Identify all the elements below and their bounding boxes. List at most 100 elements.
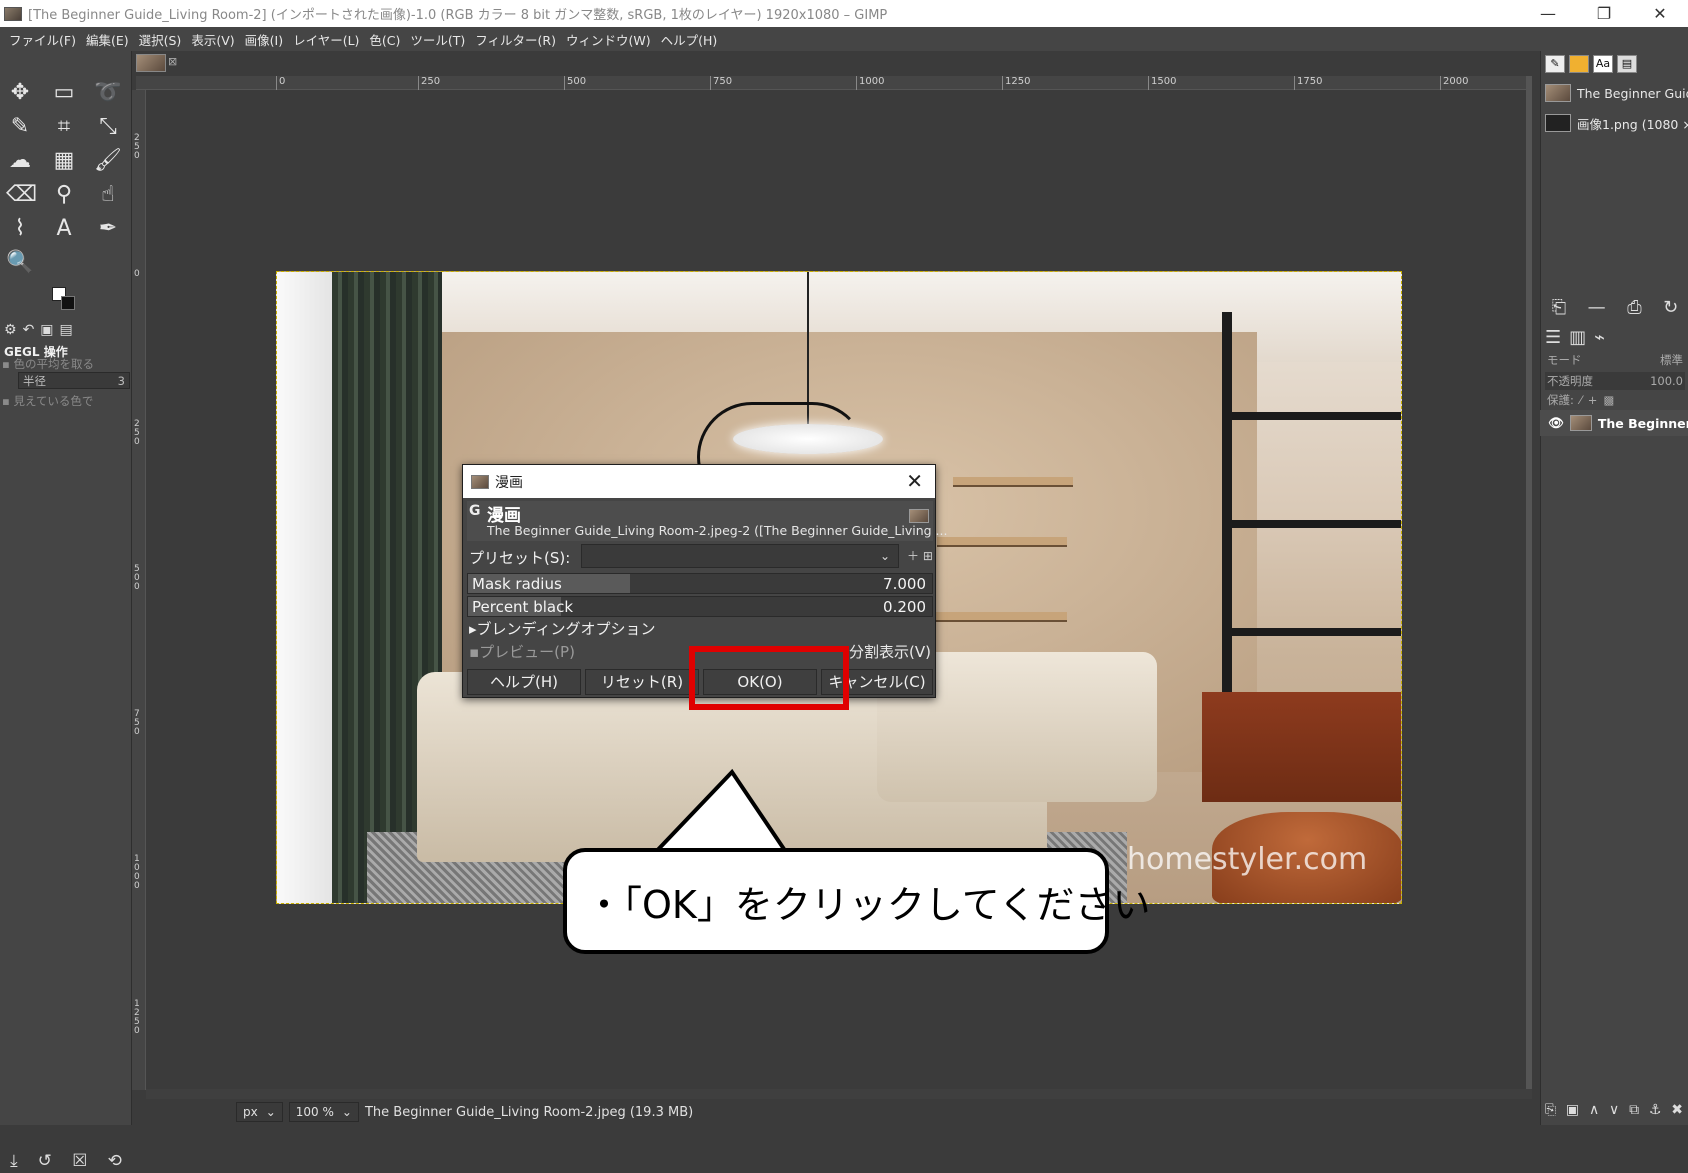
new-layer-icon[interactable]: ⎘ [1545,1102,1556,1118]
menu-help[interactable]: ヘルプ(H) [656,30,723,49]
ruler-tick-label: 0 [276,76,285,90]
clone-tool-icon[interactable]: ⚲ [50,181,78,209]
move-tool-icon[interactable]: ✥ [6,79,34,107]
lock-position-icon[interactable]: + [1588,393,1598,407]
lower-layer-icon[interactable]: ∨ [1609,1102,1619,1118]
brushes-tab-icon[interactable]: ✎ [1545,55,1565,73]
menu-file[interactable]: ファイル(F) [4,30,81,49]
eraser-tool-icon[interactable]: ⌫ [6,181,37,209]
open-image-icon[interactable]: ⎗ [1552,297,1566,318]
paths-tab-icon[interactable]: ⌁ [1594,327,1605,348]
refresh-icon[interactable]: ↻ [1663,297,1678,318]
zoom-select[interactable]: 100 % ⌄ [288,1102,359,1122]
channels-tab-icon[interactable]: ▥ [1569,327,1586,348]
sample-merged-option[interactable]: ▪ 見えている色で [2,393,93,409]
warp-tool-icon[interactable]: ☁ [6,147,34,175]
radius-spin-field[interactable]: 半径 3 [18,372,130,389]
color-picker-tool-icon[interactable]: ✒ [94,215,122,243]
delete-layer-icon[interactable]: ✖ [1671,1102,1683,1118]
mask-radius-value[interactable]: 7.000 [883,575,926,593]
transform-tool-icon[interactable]: ⤡ [94,113,122,141]
menu-colors[interactable]: 色(C) [364,30,405,49]
save-options-icon[interactable]: ⤓ [10,1151,18,1171]
zoom-tool-icon[interactable]: 🔍 [6,249,34,277]
image-tab-close-icon[interactable]: ⊠ [168,55,177,68]
reset-button[interactable]: リセット(R) [585,669,699,695]
menu-layer[interactable]: レイヤー(L) [288,30,364,49]
anchor-layer-icon[interactable]: ⚓ [1649,1102,1662,1118]
background-color[interactable] [61,296,75,310]
lasso-tool-icon[interactable]: ➰ [94,79,122,107]
paths-tool-icon[interactable]: ⌇ [6,215,34,243]
reset-options-icon[interactable]: ⟲ [108,1151,122,1171]
text-tool-icon[interactable]: A [50,215,78,243]
raise-layer-icon[interactable]: ∧ [1589,1102,1599,1118]
gradient-tool-icon[interactable]: ▦ [50,147,78,175]
dialog-titlebar: 漫画 [463,465,935,498]
new-group-icon[interactable]: ▣ [1566,1102,1579,1118]
undo-history-tab-icon[interactable]: ↶ [23,322,35,338]
image-list-item[interactable]: The Beginner Guide [1545,81,1688,105]
fonts-tab-icon[interactable]: Aa [1593,55,1613,73]
lock-pixels-icon[interactable]: ⁄ [1580,393,1582,407]
preset-select[interactable]: ⌄ [581,544,899,568]
percent-black-value[interactable]: 0.200 [883,598,926,616]
horizontal-scrollbar[interactable] [146,1089,1532,1099]
duplicate-layer-icon[interactable]: ⧉ [1629,1102,1639,1118]
menu-select[interactable]: 選択(S) [134,30,187,49]
paintbrush-tool-icon[interactable]: 🖌 [94,147,122,175]
vertical-ruler: 250 0 250 500 750 1000 1250 [132,90,146,1090]
sample-average-option[interactable]: ▪ 色の平均を取る [2,356,94,372]
delete-options-icon[interactable]: ☒ [72,1151,87,1171]
lock-alpha-icon[interactable]: ▩ [1603,393,1614,407]
restore-options-icon[interactable]: ↺ [38,1151,52,1171]
devices-tab-icon[interactable]: ▤ [60,322,73,338]
percent-black-label: Percent black [472,597,574,616]
document-history-tab-icon[interactable]: ▤ [1617,55,1637,73]
menu-edit[interactable]: 編集(E) [81,30,134,49]
tool-options-tab-icon[interactable]: ⚙ [4,322,17,338]
close-image-icon[interactable]: — [1588,297,1606,318]
opacity-field[interactable]: 不透明度 100.0 [1545,372,1685,390]
fg-bg-color-swatch[interactable] [52,287,76,311]
vertical-scrollbar[interactable] [1526,76,1532,1089]
fuzzy-select-tool-icon[interactable]: ✎ [6,113,34,141]
unit-select[interactable]: px ⌄ [236,1102,283,1122]
ruler-tick-label: 1500 [1148,76,1176,90]
help-button[interactable]: ヘルプ(H) [467,669,581,695]
menu-tools[interactable]: ツール(T) [405,30,470,49]
crop-tool-icon[interactable]: ⌗ [50,113,78,141]
close-window-button[interactable]: ✕ [1632,4,1688,23]
layer-mode-row[interactable]: モード 標準 [1545,351,1685,369]
images-tab-icon[interactable]: ▣ [40,322,53,338]
percent-black-slider[interactable]: Percent black 0.200 [467,596,933,617]
image-list-item[interactable]: 画像1.png (1080 × [1545,111,1688,135]
menu-view[interactable]: 表示(V) [186,30,239,49]
toolbox-bottom-buttons: ⤓ ↺ ☒ ⟲ [0,1149,132,1173]
blending-options-expander[interactable]: ▸ブレンディングオプション [469,618,655,639]
preview-label: プレビュー(P) [479,643,575,661]
right-dock: ✎ Aa ▤ The Beginner Guide 画像1.png (1080 … [1540,51,1688,1125]
visibility-eye-icon[interactable]: 👁 [1548,415,1564,431]
preset-add-icon[interactable]: ＋ ⊞ [907,547,933,564]
menu-filters[interactable]: フィルター(R) [470,30,561,49]
image-list-label: 画像1.png (1080 × [1577,116,1688,132]
restore-button[interactable]: ❐ [1576,4,1632,23]
layers-tab-icon[interactable]: ☰ [1545,327,1561,348]
split-view-checkbox[interactable]: 分割表示(V) [849,641,931,662]
mask-radius-slider[interactable]: Mask radius 7.000 [467,573,933,594]
menu-windows[interactable]: ウィンドウ(W) [561,30,656,49]
smudge-tool-icon[interactable]: ☝ [94,181,122,209]
minimize-button[interactable]: — [1520,4,1576,23]
preview-checkbox[interactable]: ▪プレビュー(P) [469,641,575,662]
image-tab-thumbnail[interactable] [136,54,166,72]
toolbox-panel: ✥ ▭ ➰ ✎ ⌗ ⤡ ☁ ▦ 🖌 ⌫ ⚲ ☝ ⌇ A ✒ 🔍 ⚙ ↶ ▣ ▤ GEGL 操作 ▪ 色の平均を… [0,51,132,1171]
watermark-text: homestyler.com [1127,842,1368,877]
image-list-label: The Beginner Guide [1577,85,1688,101]
patterns-tab-icon[interactable] [1569,55,1589,73]
menu-image[interactable]: 画像(I) [240,30,288,49]
dialog-close-icon[interactable]: ✕ [906,469,923,493]
rect-select-tool-icon[interactable]: ▭ [50,79,78,107]
layer-list-item[interactable]: 👁 The Beginner [1540,410,1688,436]
duplicate-display-icon[interactable]: ⎙ [1627,297,1641,318]
